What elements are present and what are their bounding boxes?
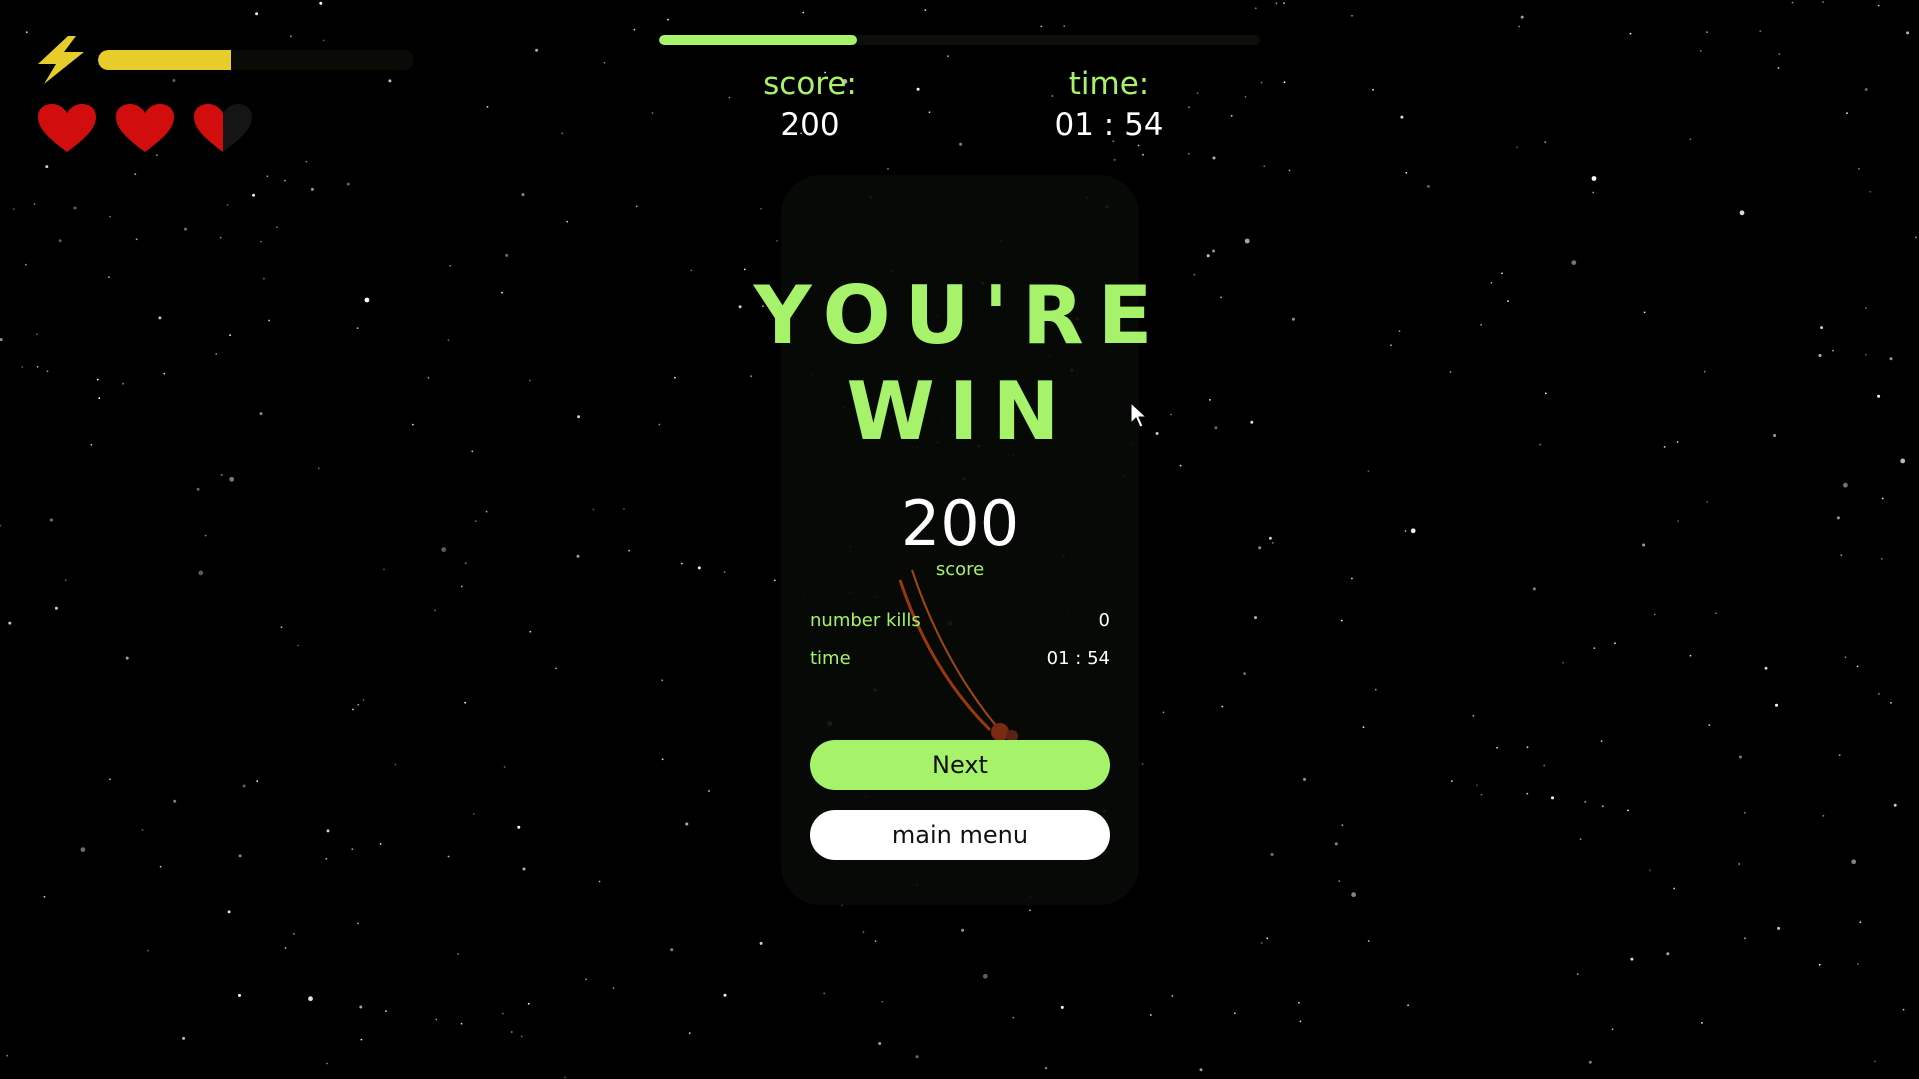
level-progress-bar	[659, 35, 1260, 45]
heart-icon	[194, 104, 252, 152]
energy-bar	[98, 50, 414, 70]
game-stage: score: 200 time: 01 : 54 YOU'RE WIN 200 …	[0, 0, 1919, 1079]
hud-time: time: 01 : 54	[989, 64, 1229, 146]
hud-score-value: 200	[780, 107, 840, 143]
stat-row-time: time 01 : 54	[810, 645, 1110, 673]
win-title-line2: WIN	[846, 365, 1074, 458]
heart-icon	[116, 104, 174, 152]
win-title-line1: YOU'RE	[753, 269, 1167, 362]
hud-time-value: 01 : 54	[1054, 107, 1164, 143]
stat-row-kills: number kills 0	[810, 607, 1110, 635]
hud-time-label: time:	[1068, 66, 1150, 102]
hud-score-label: score:	[763, 66, 857, 102]
cursor-icon	[1130, 402, 1148, 428]
level-progress-fill	[659, 35, 858, 45]
stat-time-label: time	[810, 648, 851, 669]
final-score-label: score	[935, 559, 985, 580]
energy-bar-fill	[98, 50, 231, 70]
final-score-value: 200	[900, 487, 1020, 560]
heart-icon	[38, 104, 96, 152]
next-button[interactable]: Next	[810, 740, 1110, 790]
stat-kills-label: number kills	[810, 610, 921, 631]
main-menu-button[interactable]: main menu	[810, 810, 1110, 860]
lightning-icon	[38, 36, 84, 84]
stat-kills-value: 0	[1098, 610, 1110, 631]
stat-time-value: 01 : 54	[1046, 648, 1110, 669]
hud-score: score: 200	[690, 64, 930, 146]
win-title: YOU'RE WIN	[560, 268, 1360, 460]
